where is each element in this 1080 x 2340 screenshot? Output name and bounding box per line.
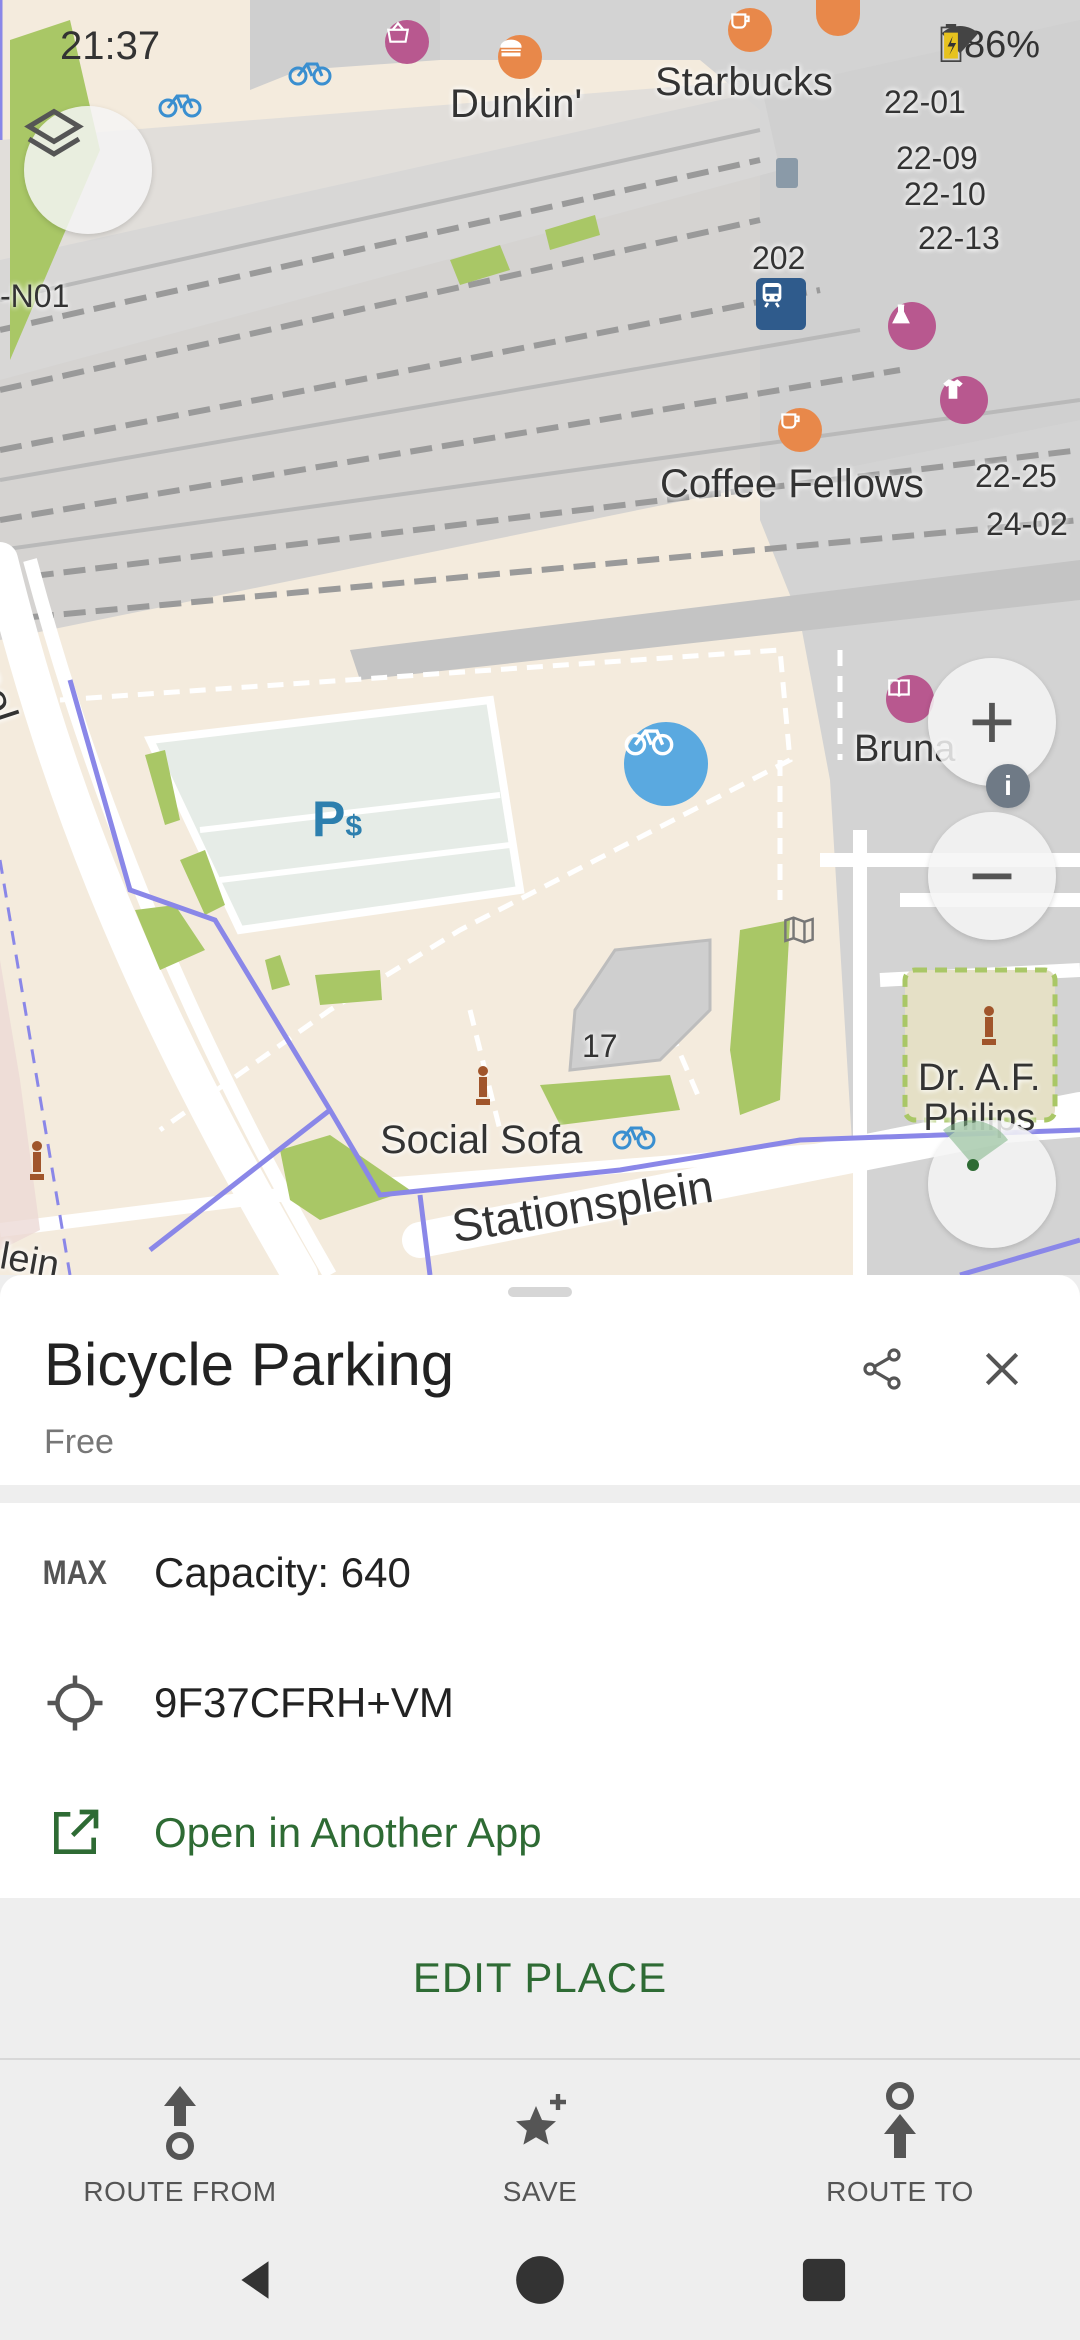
map-view[interactable]: P$ Dunkin' Starbucks 22-01 22-09 22-10 2… (0, 0, 1080, 1275)
map-label-social-sofa: Social Sofa (380, 1118, 583, 1162)
monument-icon (474, 1065, 492, 1109)
map-label-building-17: 17 (582, 1028, 618, 1064)
map-label-dr-af: Dr. A.F. (918, 1057, 1041, 1099)
clothes-icon[interactable] (940, 376, 988, 424)
home-button[interactable] (500, 2242, 580, 2322)
books-icon[interactable] (886, 675, 934, 723)
close-button[interactable] (962, 1331, 1042, 1411)
system-nav-bar (0, 2220, 1080, 2340)
selected-bicycle-parking-marker[interactable] (624, 722, 708, 806)
layers-button[interactable] (24, 106, 152, 234)
route-to-label: ROUTE TO (826, 2176, 974, 2207)
cafe-icon-2[interactable] (778, 408, 822, 452)
status-bar: 21:37 86% (0, 0, 1080, 90)
route-from-label: ROUTE FROM (83, 2176, 277, 2207)
home-icon (514, 2254, 566, 2311)
detail-row-open-app[interactable]: Open in Another App (0, 1773, 1080, 1893)
zoom-in-icon: + (968, 677, 1016, 766)
route-to-button[interactable]: ROUTE TO (720, 2060, 1080, 2220)
drag-handle[interactable] (508, 1287, 572, 1297)
info-icon: i (1004, 770, 1012, 801)
capacity-text: Capacity: 640 (154, 1549, 411, 1596)
place-header: Bicycle Parking Free (0, 1275, 1080, 1485)
detail-row-capacity: MAX Capacity: 640 (0, 1513, 1080, 1633)
place-details: MAX Capacity: 640 9F37CFRH+VM Open in An… (0, 1503, 1080, 1898)
bicycle-icon (612, 1120, 656, 1150)
bicycle-icon (158, 88, 202, 118)
map-label-2402: 24-02 (986, 506, 1068, 542)
save-label: SAVE (502, 2176, 578, 2207)
map-label-2225: 22-25 (975, 458, 1057, 494)
paid-parking-icon[interactable]: P$ (312, 790, 362, 848)
status-time: 21:37 (60, 24, 161, 68)
share-button[interactable] (842, 1331, 922, 1411)
map-label-coffee-fellows: Coffee Fellows (660, 462, 924, 506)
place-title: Bicycle Parking (44, 1331, 455, 1398)
location-target-icon (40, 1673, 110, 1733)
plus-code-text: 9F37CFRH+VM (154, 1679, 454, 1726)
map-label-202: 202 (752, 240, 806, 276)
map-label-2210: 22-10 (904, 176, 986, 212)
star-add-icon (508, 2082, 572, 2162)
close-icon (980, 1347, 1024, 1396)
map-label-2213: 22-13 (918, 220, 1000, 256)
max-icon-text: MAX (42, 1553, 108, 1592)
back-icon (231, 2255, 281, 2310)
back-button[interactable] (216, 2242, 296, 2322)
action-bar: ROUTE FROM SAVE ROUTE TO (0, 2060, 1080, 2220)
train-station-icon[interactable] (756, 278, 806, 330)
place-subtitle: Free (44, 1423, 114, 1461)
monument-icon (980, 1005, 998, 1049)
zoom-in-button[interactable]: + (928, 658, 1056, 786)
share-icon (858, 1345, 906, 1398)
map-label-2209: 22-09 (896, 140, 978, 176)
place-bottom-sheet: Bicycle Parking Free MAX Capacity: 640 9… (0, 1275, 1080, 2340)
monument-icon (28, 1140, 46, 1184)
status-right: 86% (940, 24, 1040, 67)
zoom-out-button[interactable]: − (928, 812, 1056, 940)
max-icon: MAX (40, 1543, 110, 1603)
route-from-button[interactable]: ROUTE FROM (0, 2060, 360, 2220)
compass-button[interactable] (928, 1120, 1056, 1248)
open-external-icon (40, 1803, 110, 1863)
route-to-icon (878, 2082, 922, 2162)
map-label-n01: -N01 (0, 278, 70, 314)
info-button[interactable]: i (986, 764, 1030, 808)
zoom-out-icon: − (968, 831, 1016, 920)
recents-icon (801, 2257, 847, 2308)
elevator-icon (776, 158, 798, 188)
save-button[interactable]: SAVE (360, 2060, 720, 2220)
route-from-icon (158, 2082, 202, 2162)
edit-place-button[interactable]: EDIT PLACE (0, 1898, 1080, 2058)
chemist-icon[interactable] (888, 302, 936, 350)
detail-row-plus-code[interactable]: 9F37CFRH+VM (0, 1643, 1080, 1763)
recents-button[interactable] (784, 2242, 864, 2322)
open-in-another-app-link[interactable]: Open in Another App (154, 1809, 542, 1857)
